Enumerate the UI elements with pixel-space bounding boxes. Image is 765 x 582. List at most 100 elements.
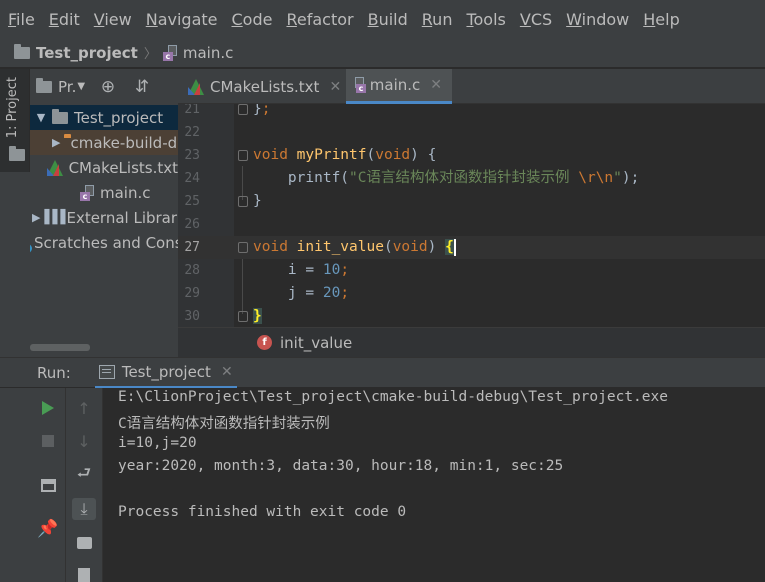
fold-icon[interactable] [238, 104, 248, 115]
menu-edit[interactable]: Edit [49, 10, 80, 29]
line-number: 21 [184, 104, 200, 117]
code-line-30: 30 } [178, 305, 765, 327]
menu-window[interactable]: Window [566, 10, 629, 29]
c-file-icon: c [354, 77, 366, 93]
console-icon [98, 364, 115, 379]
scrollbar-thumb[interactable] [30, 344, 90, 351]
layout-icon [40, 478, 56, 492]
run-toolbar-secondary: ↑ ↓ ⮐ ⤓ [66, 388, 103, 582]
run-console[interactable]: E:\ClionProject\Test_project\cmake-build… [103, 388, 765, 582]
console-line: E:\ClionProject\Test_project\cmake-build… [118, 389, 668, 405]
menu-build[interactable]: Build [368, 10, 408, 29]
code-line-27: 27 void init_value(void) { [178, 236, 765, 259]
code-line-26: 26 [178, 213, 765, 236]
play-icon [42, 401, 54, 415]
menu-view[interactable]: View [94, 10, 132, 29]
code-line-22: 22 [178, 121, 765, 144]
print-button[interactable] [72, 532, 96, 554]
code-text: void init_value(void) { [253, 238, 456, 256]
tree-item-cmake-build-debug[interactable]: ▶ cmake-build-debug [30, 130, 178, 155]
line-number: 25 [184, 194, 200, 209]
stop-button[interactable] [36, 430, 60, 452]
line-number: 26 [184, 217, 200, 232]
nav-file[interactable]: main.c [183, 44, 234, 62]
scroll-down-button[interactable]: ↓ [72, 430, 96, 452]
tree-item-label: main.c [100, 183, 151, 202]
code-line-28: 28 i = 10; [178, 259, 765, 282]
collapsed-arrow-icon[interactable]: ▶ [52, 136, 60, 149]
code-editor[interactable]: 21 }; 22 23 void myPrintf(void) { 24 pri… [178, 104, 765, 327]
scroll-to-end-button[interactable]: ⤓ [72, 498, 96, 520]
folder-icon [9, 146, 25, 161]
dropdown-icon: ▼ [77, 81, 86, 92]
menu-navigate[interactable]: Navigate [146, 10, 218, 29]
left-tool-strip-empty [0, 172, 30, 357]
line-number: 29 [184, 286, 200, 301]
tab-cmakelists[interactable]: CMakeLists.txt ✕ [178, 69, 346, 104]
arrow-up-icon: ↑ [77, 398, 91, 418]
tab-label: main.c [369, 76, 421, 94]
collapse-all-icon[interactable]: ⇵ [129, 74, 155, 100]
breadcrumb-function[interactable]: init_value [280, 334, 352, 352]
tree-item-test-project[interactable]: ▼ Test_project [30, 105, 178, 130]
soft-wrap-button[interactable]: ⮐ [72, 463, 96, 486]
cmake-icon [46, 159, 63, 176]
project-horizontal-scrollbar[interactable] [30, 340, 178, 357]
tree-item-label: Scratches and Consoles [34, 233, 178, 252]
c-file-icon: c [80, 184, 94, 201]
expanded-arrow-icon[interactable]: ▼ [34, 111, 48, 124]
tab-main-c[interactable]: c main.c ✕ [346, 69, 452, 104]
tree-item-label: Test_project [74, 108, 164, 127]
fold-icon[interactable] [238, 311, 248, 322]
menu-refactor[interactable]: Refactor [286, 10, 353, 29]
left-tool-strip: 1: Project [0, 69, 30, 172]
pin-button[interactable]: 📌 [36, 518, 60, 540]
code-text: i = 10; [253, 262, 350, 278]
collapsed-arrow-icon[interactable]: ▶ [32, 211, 40, 224]
menu-help[interactable]: Help [643, 10, 679, 29]
code-line-24: 24 printf("C语言结构体对函数指针封装示例 \r\n"); [178, 167, 765, 190]
project-tool-tab[interactable]: 1: Project [0, 69, 30, 172]
fold-icon[interactable] [238, 242, 248, 253]
nav-project[interactable]: Test_project [36, 44, 138, 62]
project-tab-label: 1: Project [5, 77, 20, 139]
rerun-button[interactable] [36, 397, 60, 419]
code-line-21: 21 }; [178, 104, 765, 121]
c-file-icon: c [162, 44, 177, 61]
code-text: } [253, 308, 262, 324]
folder-icon [14, 43, 30, 59]
close-icon[interactable]: ✕ [221, 364, 233, 380]
trash-icon [78, 568, 90, 582]
locate-icon[interactable]: ⊕ [95, 74, 121, 100]
menu-vcs[interactable]: VCS [520, 10, 552, 29]
tree-item-external-libraries[interactable]: ▶ ▌▌▌ External Libraries [30, 205, 178, 230]
menu-run[interactable]: Run [422, 10, 453, 29]
close-icon[interactable]: ✕ [430, 77, 442, 93]
line-number: 30 [184, 309, 200, 324]
project-toolbar: Pr. ▼ ⊕ ⇵ [30, 69, 178, 104]
console-line: C语言结构体对函数指针封装示例 [118, 416, 330, 432]
tree-item-scratches[interactable]: Scratches and Consoles [30, 230, 178, 255]
libraries-icon: ▌▌▌ [44, 210, 70, 225]
navigation-bar: Test_project 〉 c main.c [0, 38, 765, 68]
text-caret [453, 238, 456, 256]
bottom-tool-strip [0, 388, 30, 582]
menu-file[interactable]: File [8, 10, 35, 29]
line-number: 24 [184, 171, 200, 186]
menu-code[interactable]: Code [232, 10, 273, 29]
tree-item-main-c[interactable]: c main.c [30, 180, 178, 205]
console-line: year:2020, month:3, data:30, hour:18, mi… [118, 458, 564, 474]
fold-icon[interactable] [238, 150, 248, 161]
close-icon[interactable]: ✕ [329, 79, 341, 95]
clear-button[interactable] [72, 564, 96, 582]
fold-icon[interactable] [238, 196, 248, 207]
tree-item-cmakelists[interactable]: CMakeLists.txt [30, 155, 178, 180]
menu-tools[interactable]: Tools [466, 10, 505, 29]
run-tab-test-project[interactable]: Test_project ✕ [94, 358, 237, 388]
tree-item-label: External Libraries [66, 208, 178, 227]
layout-button[interactable] [36, 474, 60, 496]
folder-icon [36, 77, 52, 93]
pin-icon: 📌 [37, 519, 59, 539]
scroll-up-button[interactable]: ↑ [72, 397, 96, 419]
project-view-selector[interactable]: Pr. ▼ [36, 77, 86, 96]
